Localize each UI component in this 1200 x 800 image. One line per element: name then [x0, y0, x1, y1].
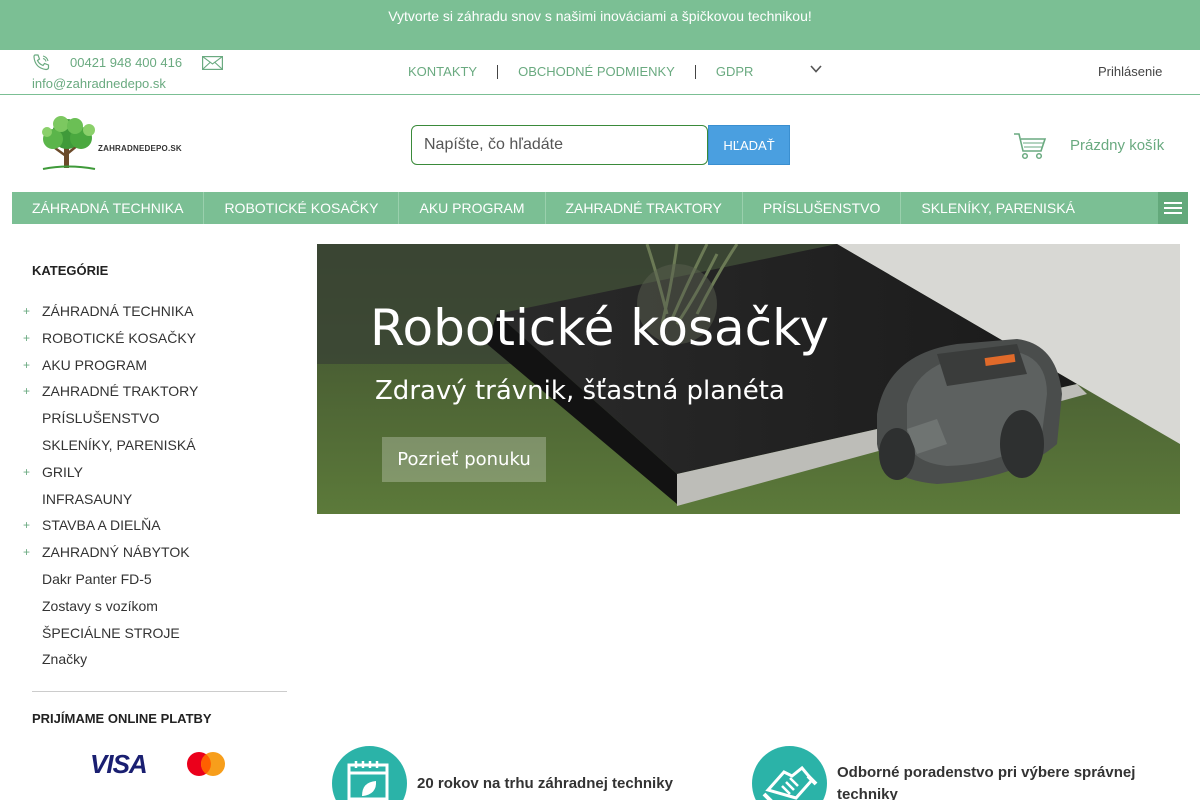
- promo-text: Vytvorte si záhradu snov s našimi inovác…: [388, 8, 812, 24]
- sidebar-category-label: PRÍSLUŠENSTVO: [42, 410, 160, 427]
- sidebar-category-label: Značky: [42, 651, 88, 668]
- sidebar-category-label: SKLENÍKY, PARENISKÁ: [42, 436, 196, 453]
- sidebar-category-item[interactable]: + GRILY: [23, 459, 198, 486]
- nav-item-garden-tech[interactable]: ZÁHRADNÁ TECHNIKA: [12, 192, 205, 224]
- banner-subtitle: Zdravý trávnik, šťastná planéta: [375, 376, 785, 406]
- categories-title: KATEGÓRIE: [32, 263, 109, 278]
- expand-plus-icon[interactable]: +: [23, 512, 30, 539]
- sidebar-category-item[interactable]: PRÍSLUŠENSTVO: [32, 405, 198, 432]
- phone-number[interactable]: 00421 948 400 416: [70, 55, 182, 70]
- sidebar-category-item[interactable]: + AKU PROGRAM: [23, 352, 198, 379]
- sidebar-category-item[interactable]: + STAVBA A DIELŇA: [23, 512, 198, 539]
- handshake-icon: [752, 746, 827, 800]
- expand-plus-icon[interactable]: +: [23, 459, 30, 486]
- nav-item-robotic-mowers[interactable]: ROBOTICKÉ KOSAČKY: [204, 192, 400, 224]
- link-separator: [497, 64, 499, 79]
- expand-plus-icon[interactable]: +: [23, 352, 30, 379]
- nav-item-accessories[interactable]: PRÍSLUŠENSTVO: [743, 192, 902, 224]
- sidebar-category-label: Dakr Panter FD-5: [42, 570, 152, 587]
- sidebar-category-label: ZAHRADNÝ NÁBYTOK: [42, 544, 190, 561]
- top-bar: 00421 948 400 416 info@zahradnedepo.sk K…: [0, 50, 1200, 95]
- hamburger-icon: [1164, 202, 1182, 214]
- expand-plus-icon[interactable]: +: [23, 539, 30, 566]
- nav-item-battery-program[interactable]: AKU PROGRAM: [399, 192, 546, 224]
- sidebar-category-item[interactable]: Zostavy s vozíkom: [32, 593, 198, 620]
- logo-text: ZAHRADNEDEPO.SK: [98, 144, 182, 153]
- sidebar-category-label: ROBOTICKÉ KOSAČKY: [42, 329, 197, 346]
- feature-text: Odborné poradenstvo pri výbere správnej …: [837, 764, 1136, 800]
- sidebar-category-item[interactable]: + ROBOTICKÉ KOSAČKY: [23, 325, 198, 352]
- promo-bar: Vytvorte si záhradu snov s našimi inovác…: [0, 0, 1200, 50]
- nav-item-garden-tractors[interactable]: ZAHRADNÉ TRAKTORY: [546, 192, 743, 224]
- visa-logo: VISA: [90, 749, 148, 779]
- chevron-down-icon[interactable]: [810, 65, 822, 73]
- sidebar-category-item[interactable]: + ZAHRADNÝ NÁBYTOK: [23, 539, 198, 566]
- sidebar-category-item[interactable]: + ZAHRADNÉ TRAKTORY: [23, 378, 199, 405]
- sidebar-category-item[interactable]: ŠPECIÁLNE STROJE: [32, 620, 198, 647]
- expand-plus-icon[interactable]: +: [23, 325, 30, 352]
- link-contacts[interactable]: KONTAKTY: [408, 64, 477, 79]
- sidebar-category-label: INFRASAUNY: [42, 490, 133, 507]
- sidebar-category-label: ZÁHRADNÁ TECHNIKA: [42, 303, 194, 319]
- sidebar-category-label: STAVBA A DIELŇA: [42, 517, 161, 534]
- link-gdpr[interactable]: GDPR: [716, 64, 754, 79]
- tree-logo-icon: [42, 116, 96, 170]
- nav-item-greenhouses[interactable]: SKLENÍKY, PARENISKÁ: [901, 192, 1095, 224]
- envelope-icon[interactable]: [202, 56, 223, 70]
- expand-plus-icon[interactable]: +: [23, 378, 30, 405]
- sidebar-category-item[interactable]: Značky: [32, 646, 198, 673]
- sidebar-category-label: ZAHRADNÉ TRAKTORY: [42, 383, 199, 400]
- sidebar-category-item[interactable]: SKLENÍKY, PARENISKÁ: [32, 432, 198, 459]
- header: ZAHRADNEDEPO.SK HĽADAŤ Prázdny košík: [0, 96, 1200, 192]
- cart-label[interactable]: Prázdny košík: [1070, 137, 1164, 154]
- sidebar-category-item[interactable]: Dakr Panter FD-5: [32, 566, 198, 593]
- email-link[interactable]: info@zahradnedepo.sk: [32, 76, 166, 91]
- banner-title: Robotické kosačky: [370, 299, 829, 357]
- sidebar-category-label: GRILY: [42, 463, 83, 480]
- expand-plus-icon[interactable]: +: [23, 298, 30, 325]
- sidebar-category-label: ŠPECIÁLNE STROJE: [42, 624, 180, 641]
- sidebar-category-item[interactable]: INFRASAUNY: [32, 486, 198, 513]
- top-links: KONTAKTY OBCHODNÉ PODMIENKY GDPR: [408, 64, 822, 79]
- login-link[interactable]: Prihlásenie: [1098, 64, 1162, 79]
- link-terms[interactable]: OBCHODNÉ PODMIENKY: [518, 64, 675, 79]
- hero-banner[interactable]: Robotické kosačky Zdravý trávnik, šťastn…: [317, 244, 1180, 514]
- main-nav: ZÁHRADNÁ TECHNIKA ROBOTICKÉ KOSAČKY AKU …: [12, 192, 1188, 224]
- payments-title: PRIJÍMAME ONLINE PLATBY: [32, 711, 212, 726]
- feature-text: 20 rokov na trhu záhradnej techniky: [417, 775, 673, 792]
- search-button[interactable]: HĽADAŤ: [708, 125, 790, 165]
- sidebar-category-item[interactable]: + ZÁHRADNÁ TECHNIKA: [23, 298, 198, 325]
- mastercard-icon: [187, 752, 225, 776]
- sidebar-category-label: AKU PROGRAM: [42, 356, 148, 373]
- sidebar: KATEGÓRIE + ZÁHRADNÁ TECHNIKA + ROBOTICKÉ K…: [23, 244, 287, 779]
- logo[interactable]: ZAHRADNEDEPO.SK: [33, 114, 183, 174]
- banner-cta-button[interactable]: Pozrieť ponuku: [382, 437, 546, 482]
- cart-icon[interactable]: [1013, 132, 1047, 160]
- link-separator: [694, 64, 696, 79]
- sidebar-divider: [32, 691, 287, 692]
- category-list: + ZÁHRADNÁ TECHNIKA + ROBOTICKÉ KOSAČKY + AKU…: [23, 298, 199, 673]
- calendar-leaf-icon: [332, 746, 407, 800]
- sidebar-category-label: Zostavy s vozíkom: [42, 597, 158, 614]
- search-input[interactable]: [411, 125, 708, 165]
- phone-icon[interactable]: [31, 53, 51, 71]
- hamburger-menu-button[interactable]: [1158, 192, 1188, 224]
